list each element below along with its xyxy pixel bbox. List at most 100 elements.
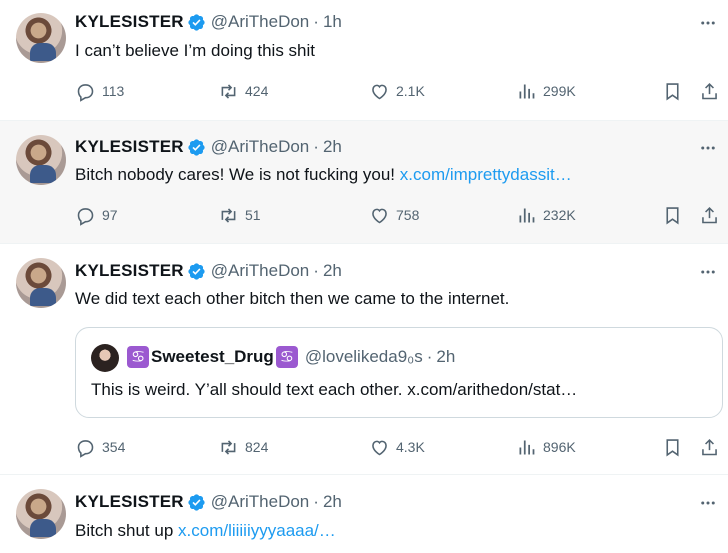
views-count: 896K [543, 439, 576, 455]
more-icon[interactable] [696, 11, 720, 35]
verified-badge-icon [188, 493, 205, 511]
reply-icon [77, 83, 94, 102]
timestamp[interactable]: 2h [323, 492, 342, 512]
quote-header: ♋ Sweetest_Drug ♋ @lovelikeda9₀s · 2h [127, 346, 455, 368]
reply-count: 354 [102, 439, 126, 455]
views-icon [519, 440, 535, 454]
bookmark-button[interactable] [662, 79, 683, 103]
views-count: 232K [543, 207, 576, 223]
separator: · [313, 12, 319, 31]
timestamp[interactable]: 2h [323, 137, 342, 157]
handle[interactable]: @AriTheDon [211, 12, 310, 32]
repost-count: 824 [245, 439, 269, 455]
bookmark-button[interactable] [662, 435, 683, 459]
tweet-text: I can’t believe I’m doing this shit [75, 40, 315, 62]
tweet-header: KYLESISTER @AriTheDon · 2h [75, 136, 342, 158]
views-button[interactable]: 232K [516, 203, 576, 227]
tweet-body: Bitch shut up [75, 521, 174, 540]
tweet-text: Bitch nobody cares! We is not fucking yo… [75, 164, 572, 186]
bookmark-button[interactable] [662, 203, 683, 227]
reply-count: 97 [102, 207, 118, 223]
tweet-body: I can’t believe I’m doing this shit [75, 41, 316, 60]
repost-count: 424 [245, 83, 269, 99]
bookmark-icon [666, 82, 679, 100]
display-name[interactable]: KYLESISTER [75, 12, 184, 32]
timestamp[interactable]: 2h [323, 261, 342, 281]
views-icon [519, 208, 535, 222]
action-bar: 113 424 2.1K 299K [75, 79, 720, 103]
avatar[interactable] [16, 489, 66, 539]
separator: · [313, 137, 319, 156]
share-button[interactable] [699, 79, 720, 103]
views-button[interactable]: 896K [516, 435, 576, 459]
action-bar: 97 51 758 232K [75, 203, 720, 227]
tweet-header: KYLESISTER @AriTheDon · 2h [75, 260, 342, 282]
display-name[interactable]: KYLESISTER [75, 492, 184, 512]
separator: · [313, 261, 319, 280]
tweet-1[interactable]: KYLESISTER @AriTheDon · 1h I can’t belie… [0, 0, 728, 121]
views-button[interactable]: 299K [516, 79, 576, 103]
like-icon [372, 84, 387, 99]
quote-timestamp: 2h [436, 347, 456, 366]
handle[interactable]: @AriTheDon [211, 137, 310, 157]
share-button[interactable] [699, 203, 720, 227]
repost-button[interactable]: 424 [218, 79, 268, 103]
bookmark-icon [666, 438, 679, 456]
like-count: 758 [396, 207, 420, 223]
more-icon[interactable] [696, 136, 720, 160]
reply-icon [77, 439, 94, 458]
quote-text: This is weird. Y’all should text each ot… [91, 380, 578, 399]
tweet-header: KYLESISTER @AriTheDon · 1h [75, 11, 342, 33]
avatar[interactable] [16, 135, 66, 185]
like-count: 4.3K [396, 439, 425, 455]
tweet-2[interactable]: KYLESISTER @AriTheDon · 2h Bitch nobody … [0, 121, 728, 244]
quote-display-name: Sweetest_Drug [151, 347, 274, 366]
tweet-text: Bitch shut up x.com/liiiiiyyyaaaa/… [75, 520, 336, 542]
views-count: 299K [543, 83, 576, 99]
reply-button[interactable]: 113 [75, 79, 124, 103]
avatar[interactable] [16, 13, 66, 63]
tweet-body: We did text each other bitch then we cam… [75, 289, 510, 308]
tweet-link[interactable]: x.com/imprettydassit… [400, 165, 572, 184]
avatar[interactable] [16, 258, 66, 308]
handle[interactable]: @AriTheDon [211, 261, 310, 281]
reply-icon [77, 207, 94, 226]
like-button[interactable]: 4.3K [369, 435, 425, 459]
repost-icon [221, 207, 236, 223]
repost-button[interactable]: 51 [218, 203, 261, 227]
timestamp[interactable]: 1h [323, 12, 342, 32]
handle[interactable]: @AriTheDon [211, 492, 310, 512]
repost-button[interactable]: 824 [218, 435, 268, 459]
action-bar: 354 824 4.3K 896K [75, 435, 720, 459]
like-count: 2.1K [396, 83, 425, 99]
more-icon[interactable] [696, 260, 720, 284]
like-icon [372, 440, 387, 455]
tweet-link[interactable]: x.com/liiiiiyyyaaaa/… [178, 521, 336, 540]
share-icon [702, 206, 717, 223]
verified-badge-icon [188, 13, 205, 31]
share-button[interactable] [699, 435, 720, 459]
tweet-body: Bitch nobody cares! We is not fucking yo… [75, 165, 396, 184]
display-name[interactable]: KYLESISTER [75, 137, 184, 157]
repost-count: 51 [245, 207, 261, 223]
like-icon [372, 208, 387, 223]
like-button[interactable]: 758 [369, 203, 419, 227]
tweet-text: We did text each other bitch then we cam… [75, 288, 509, 310]
verified-badge-icon [188, 262, 205, 280]
cancer-emoji-icon: ♋ [127, 346, 149, 368]
reply-button[interactable]: 354 [75, 435, 125, 459]
tweet-4[interactable]: KYLESISTER @AriTheDon · 2h Bitch shut up… [0, 475, 728, 553]
bookmark-icon [666, 206, 679, 224]
share-icon [702, 82, 717, 99]
verified-badge-icon [188, 138, 205, 156]
reply-button[interactable]: 97 [75, 203, 118, 227]
quote-handle: @lovelikeda9₀s [304, 347, 423, 366]
separator: · [313, 492, 319, 511]
quote-avatar [91, 344, 119, 372]
separator: · [426, 347, 433, 366]
display-name[interactable]: KYLESISTER [75, 261, 184, 281]
quoted-tweet[interactable]: ♋ Sweetest_Drug ♋ @lovelikeda9₀s · 2h Th… [75, 327, 723, 418]
share-icon [702, 438, 717, 455]
like-button[interactable]: 2.1K [369, 79, 425, 103]
more-icon[interactable] [696, 491, 720, 515]
